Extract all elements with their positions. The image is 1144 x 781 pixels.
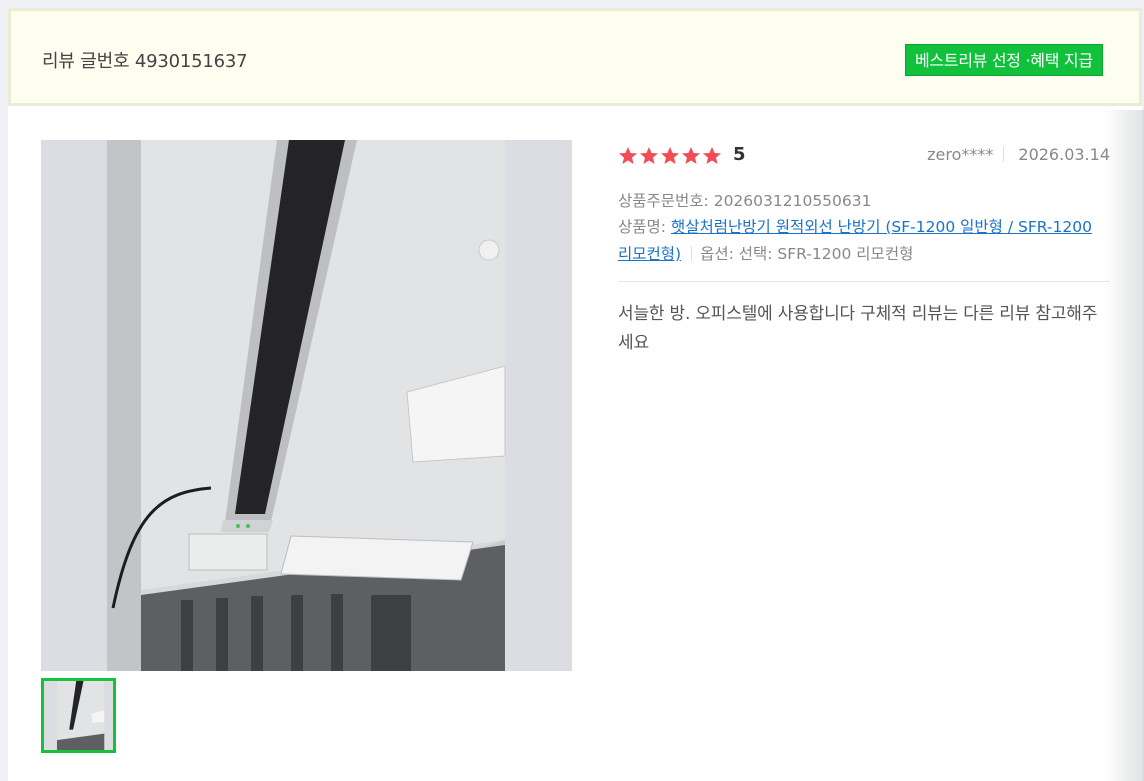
meta-divider [1003, 147, 1005, 162]
rating-row: 5 zero**** 2026.03.14 [618, 144, 1110, 168]
review-photo-thumbnail[interactable] [41, 678, 116, 753]
best-review-badge: 베스트리뷰 선정 ·혜택 지급 [905, 44, 1103, 76]
review-meta: zero**** 2026.03.14 [927, 145, 1110, 164]
review-card: 리뷰 글번호 4930151637 베스트리뷰 선정 ·혜택 지급 5 zero… [8, 8, 1142, 781]
product-label: 상품명: [618, 218, 667, 236]
star-icon [619, 147, 637, 164]
page-background: 리뷰 글번호 4930151637 베스트리뷰 선정 ·혜택 지급 5 zero… [0, 0, 1144, 781]
option-divider [691, 246, 693, 261]
author-id: zero**** [927, 145, 994, 164]
order-number: 상품주문번호: 2026031210550631 [618, 192, 872, 210]
review-number: 리뷰 글번호 4930151637 [42, 51, 248, 72]
content-divider [618, 281, 1110, 282]
review-header: 리뷰 글번호 4930151637 베스트리뷰 선정 ·혜택 지급 [8, 8, 1142, 106]
star-rating [618, 146, 722, 166]
product-info: 상품명: 햇살처럼난방기 원적외선 난방기 (SF-1200 일반형 / SFR… [618, 214, 1110, 268]
review-body: 서늘한 방. 오피스텔에 사용합니다 구체적 리뷰는 다른 리뷰 참고해주세요 [618, 304, 1098, 353]
option-label: 옵션: 선택: SFR-1200 리모컨형 [700, 245, 914, 263]
review-photo-main[interactable] [41, 140, 572, 671]
star-icon [703, 147, 721, 164]
star-icon [640, 147, 658, 164]
rating-score: 5 [733, 144, 746, 165]
star-icon [661, 147, 679, 164]
review-date: 2026.03.14 [1018, 145, 1110, 164]
scroll-shadow [1104, 110, 1144, 781]
star-icon [682, 147, 700, 164]
